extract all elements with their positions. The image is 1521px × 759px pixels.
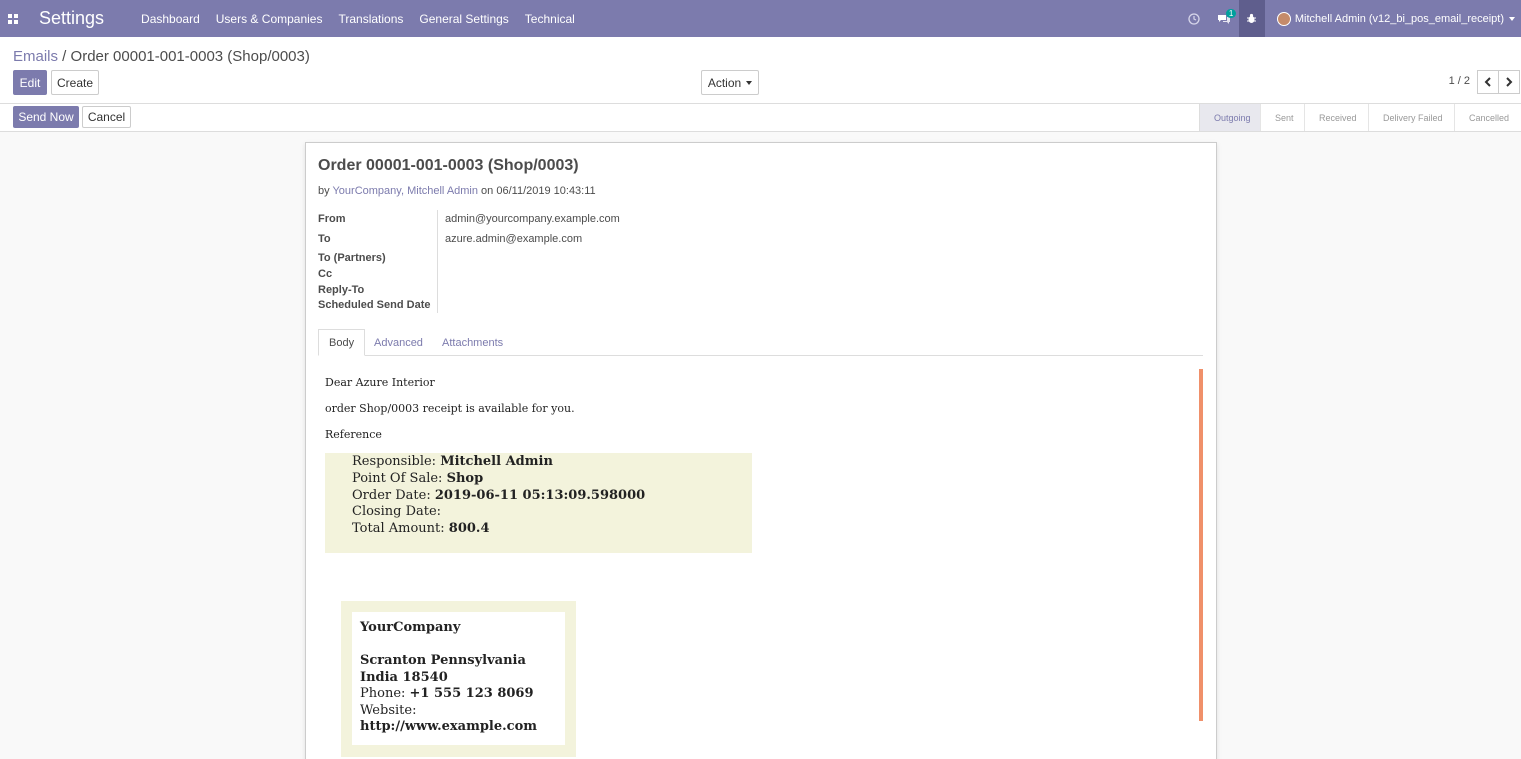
receipt-line: order Shop/0003 receipt is available for… bbox=[325, 402, 575, 415]
chevron-right-icon bbox=[1506, 77, 1513, 87]
stage-sent[interactable]: Sent bbox=[1260, 104, 1304, 131]
user-name: Mitchell Admin (v12_bi_pos_email_receipt… bbox=[1294, 12, 1504, 25]
from-field: admin@yourcompany.example.com bbox=[445, 213, 620, 225]
company-card: YourCompany Scranton Pennsylvania India … bbox=[341, 601, 576, 757]
avatar bbox=[1276, 11, 1291, 26]
pager-previous-button[interactable] bbox=[1477, 70, 1499, 94]
byline-on: on bbox=[478, 185, 497, 197]
stage-delivery-failed[interactable]: Delivery Failed bbox=[1368, 104, 1454, 131]
stage-cancelled[interactable]: Cancelled bbox=[1454, 104, 1521, 131]
pager-value: 1 / 2 bbox=[1448, 75, 1470, 87]
form-sheet: Order 00001-001-0003 (Shop/0003) by Your… bbox=[305, 142, 1217, 759]
record-title: Order 00001-001-0003 (Shop/0003) bbox=[318, 157, 579, 174]
menu-users-companies[interactable]: Users & Companies bbox=[216, 12, 323, 26]
user-menu[interactable]: Mitchell Admin (v12_bi_pos_email_receipt… bbox=[1265, 11, 1521, 26]
email-body[interactable]: Dear Azure Interior order Shop/0003 rece… bbox=[318, 369, 1203, 759]
menu-general-settings[interactable]: General Settings bbox=[419, 12, 508, 26]
chevron-down-icon bbox=[746, 80, 753, 85]
debug-bug-icon[interactable] bbox=[1238, 0, 1265, 37]
tab-attachments[interactable]: Attachments bbox=[432, 329, 513, 356]
reference-box: Responsible: Mitchell Admin Point Of Sal… bbox=[325, 453, 752, 553]
menu-dashboard[interactable]: Dashboard bbox=[141, 12, 200, 26]
app-title: Settings bbox=[39, 8, 105, 28]
closing-date-line: Closing Date: bbox=[352, 504, 442, 519]
send-now-button[interactable]: Send Now bbox=[13, 106, 79, 128]
tab-body[interactable]: Body bbox=[318, 329, 366, 356]
responsible-line: Responsible: Mitchell Admin bbox=[352, 454, 553, 469]
to-partners-label: To (Partners) bbox=[318, 252, 386, 264]
control-panel: Emails / Order 00001-001-0003 (Shop/0003… bbox=[0, 37, 1521, 104]
menu-translations[interactable]: Translations bbox=[338, 12, 403, 26]
notebook-tabs: Body Advanced Attachments bbox=[318, 329, 1203, 356]
breadcrumb-emails-link[interactable]: Emails bbox=[13, 48, 58, 65]
stage-received[interactable]: Received bbox=[1304, 104, 1368, 131]
action-label: Action bbox=[707, 75, 742, 90]
chevron-left-icon bbox=[1484, 77, 1491, 87]
status-bar: Send Now Cancel Outgoing Sent Received D… bbox=[0, 104, 1521, 132]
company-website-label: Website: bbox=[360, 702, 417, 718]
from-label: From bbox=[318, 213, 346, 225]
reply-to-label: Reply-To bbox=[318, 284, 365, 296]
company-name: YourCompany bbox=[360, 620, 461, 635]
create-button[interactable]: Create bbox=[51, 70, 99, 95]
editor-scroll-indicator bbox=[1199, 369, 1203, 721]
company-card-inner: YourCompany Scranton Pennsylvania India … bbox=[352, 612, 565, 745]
messages-badge: 1 bbox=[1225, 9, 1237, 18]
form-content-area: Order 00001-001-0003 (Shop/0003) by Your… bbox=[0, 132, 1521, 759]
pager-next-button[interactable] bbox=[1498, 70, 1520, 94]
action-dropdown[interactable]: Action bbox=[701, 70, 759, 95]
breadcrumb: Emails / Order 00001-001-0003 (Shop/0003… bbox=[13, 48, 310, 65]
byline-authors-link[interactable]: YourCompany, Mitchell Admin bbox=[332, 185, 478, 197]
company-phone: Phone: +1 555 123 8069 bbox=[360, 686, 534, 701]
edit-button[interactable]: Edit bbox=[13, 70, 47, 95]
company-country: India 18540 bbox=[360, 669, 448, 685]
top-navbar: Settings Dashboard Users & Companies Tra… bbox=[0, 0, 1521, 37]
apps-menu-icon[interactable] bbox=[0, 0, 26, 37]
pos-line: Point Of Sale: Shop bbox=[352, 471, 484, 486]
reference-label: Reference bbox=[325, 428, 382, 441]
activity-clock-icon[interactable] bbox=[1179, 0, 1209, 37]
chevron-down-icon bbox=[1509, 16, 1515, 21]
company-website[interactable]: http://www.example.com bbox=[360, 719, 557, 736]
record-byline: by YourCompany, Mitchell Admin on 06/11/… bbox=[318, 185, 596, 197]
messages-icon[interactable]: 1 bbox=[1209, 0, 1239, 37]
status-stages: Outgoing Sent Received Delivery Failed C… bbox=[1199, 104, 1521, 131]
total-amount-line: Total Amount: 800.4 bbox=[352, 521, 490, 536]
cancel-button[interactable]: Cancel bbox=[82, 106, 131, 128]
scheduled-send-date-label: Scheduled Send Date bbox=[318, 299, 431, 311]
order-date-line: Order Date: 2019-06-11 05:13:09.598000 bbox=[352, 488, 646, 503]
record-date: 06/11/2019 10:43:11 bbox=[496, 185, 596, 197]
greeting-text: Dear Azure Interior bbox=[325, 376, 435, 389]
to-label: To bbox=[318, 233, 331, 245]
breadcrumb-current: Order 00001-001-0003 (Shop/0003) bbox=[70, 48, 310, 65]
company-city: Scranton Pennsylvania bbox=[360, 653, 526, 668]
cc-label: Cc bbox=[318, 268, 333, 280]
menu-technical[interactable]: Technical bbox=[525, 12, 575, 26]
breadcrumb-separator: / bbox=[58, 48, 71, 65]
to-field: azure.admin@example.com bbox=[445, 233, 583, 245]
stage-outgoing[interactable]: Outgoing bbox=[1199, 104, 1260, 131]
tab-advanced[interactable]: Advanced bbox=[364, 329, 433, 356]
field-divider bbox=[437, 210, 438, 313]
byline-prefix: by bbox=[318, 185, 333, 197]
